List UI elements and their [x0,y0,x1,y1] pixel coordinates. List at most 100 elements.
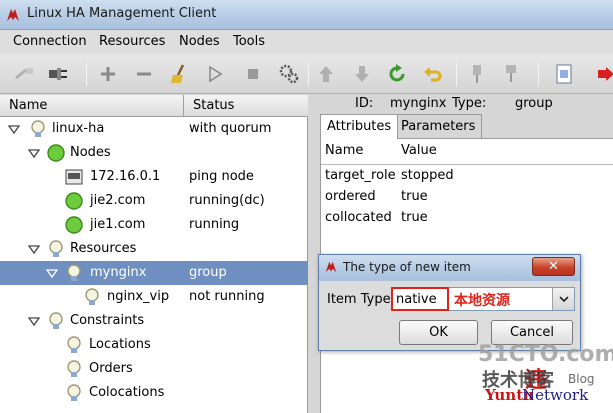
tree-label: mynginx [90,265,147,280]
tree-label: jie2.com [90,193,146,208]
tree-row-jie1[interactable]: jie1.com running [0,213,308,237]
pin-down-icon[interactable] [500,62,524,86]
tree-row-jie2[interactable]: jie2.com running(dc) [0,189,308,213]
tree-status: running [189,217,240,232]
broom-icon[interactable] [167,62,191,86]
gears-icon[interactable] [277,62,301,86]
arrow-up-icon[interactable] [314,62,338,86]
resource-tree: Name Status linux-ha with quorum Nodes 1… [0,95,308,413]
dialog-title-bar: The type of new item ✕ [319,255,580,281]
menu-nodes[interactable]: Nodes [179,34,220,49]
expanded-twisty-icon[interactable] [28,315,40,327]
green-circle-icon [65,192,83,210]
tree-status: ping node [189,169,254,184]
item-type-select[interactable]: native 本地资源 [391,287,575,311]
id-label: ID: [355,96,374,111]
refresh-icon[interactable] [385,62,409,86]
add-icon[interactable] [96,62,120,86]
bulb-icon [31,120,45,137]
tree-row-mynginx[interactable]: mynginx group [0,261,308,285]
tree-label: Locations [89,337,151,352]
dialog-title: The type of new item [343,260,471,274]
attr-name[interactable]: collocated [325,210,392,225]
attr-name[interactable]: ordered [325,189,376,204]
highlight-box [391,287,449,311]
column-header-name[interactable]: Name [0,95,184,117]
document-icon[interactable] [552,62,576,86]
tree-row-linux-ha[interactable]: linux-ha with quorum [0,117,308,141]
window-title: Linux HA Management Client [27,6,217,21]
expanded-twisty-icon[interactable] [28,243,40,255]
tree-label: Nodes [70,145,111,160]
remove-icon[interactable] [132,62,156,86]
item-type-label: Item Type [327,292,391,307]
green-circle-icon [65,216,83,234]
tree-row-colocations[interactable]: Colocations [0,381,308,405]
tree-row-nodes[interactable]: Nodes [0,141,308,165]
type-value: group [515,96,553,111]
tree-row-locations[interactable]: Locations [0,333,308,357]
tree-label: Resources [70,241,137,256]
bulb-icon [67,336,81,353]
tree-label: Orders [89,361,133,376]
play-icon[interactable] [203,62,227,86]
tree-status: group [189,265,227,280]
tab-parameters[interactable]: Parameters [394,114,483,138]
linux-ha-logo-icon [7,9,19,21]
plug-connect-icon[interactable] [46,62,70,86]
tree-row-orders[interactable]: Orders [0,357,308,381]
linux-ha-logo-icon [325,261,337,273]
type-label: Type: [452,96,487,111]
menu-tools[interactable]: Tools [233,34,265,49]
bulb-icon [85,288,99,305]
id-value: mynginx [390,96,447,111]
cancel-button[interactable]: Cancel [491,320,573,345]
tree-label: 172.16.0.1 [90,169,161,184]
title-bar: Linux HA Management Client [0,0,613,30]
column-header-status[interactable]: Status [184,95,308,117]
tree-status: with quorum [189,121,272,136]
ok-button[interactable]: OK [399,320,478,345]
attr-value[interactable]: stopped [401,168,454,183]
annotation-text: 本地资源 [454,293,510,309]
bulb-icon [49,312,63,329]
attr-header-value[interactable]: Value [401,143,437,163]
menu-connection[interactable]: Connection [13,34,87,49]
attr-value[interactable]: true [401,210,428,225]
expanded-twisty-icon[interactable] [46,267,58,279]
arrow-down-icon[interactable] [350,62,374,86]
toolbar [0,54,613,94]
tree-label: Colocations [89,385,165,400]
ok-label: OK [429,325,448,340]
chevron-down-icon[interactable] [552,288,574,310]
undo-icon[interactable] [421,62,445,86]
tree-row-constraints[interactable]: Constraints [0,309,308,333]
exit-icon[interactable] [594,62,613,86]
bulb-icon [67,264,81,281]
plug-disconnect-icon[interactable] [13,62,37,86]
expanded-twisty-icon[interactable] [28,147,40,159]
tree-row-resources[interactable]: Resources [0,237,308,261]
expanded-twisty-icon[interactable] [8,123,20,135]
stop-icon[interactable] [241,62,265,86]
bulb-icon [67,360,81,377]
attr-header-name[interactable]: Name [325,143,363,163]
bulb-icon [67,384,81,401]
green-circle-icon [47,144,65,162]
tree-label: jie1.com [90,217,146,232]
menu-resources[interactable]: Resources [99,34,165,49]
tree-label: linux-ha [52,121,105,136]
tree-label: Constraints [70,313,145,328]
menu-bar: Connection Resources Nodes Tools [0,30,613,54]
tree-row-ping-node[interactable]: 172.16.0.1 ping node [0,165,308,189]
attr-name[interactable]: target_role [325,168,396,183]
tree-label: nginx_vip [107,289,170,304]
pin-icon[interactable] [465,62,489,86]
tab-attributes[interactable]: Attributes [320,114,399,139]
tree-status: not running [189,289,265,304]
attr-value[interactable]: true [401,189,428,204]
tree-status: running(dc) [189,193,265,208]
tree-row-nginx-vip[interactable]: nginx_vip not running [0,285,308,309]
dialog-close-button[interactable]: ✕ [532,257,575,276]
ping-node-icon [65,169,83,185]
